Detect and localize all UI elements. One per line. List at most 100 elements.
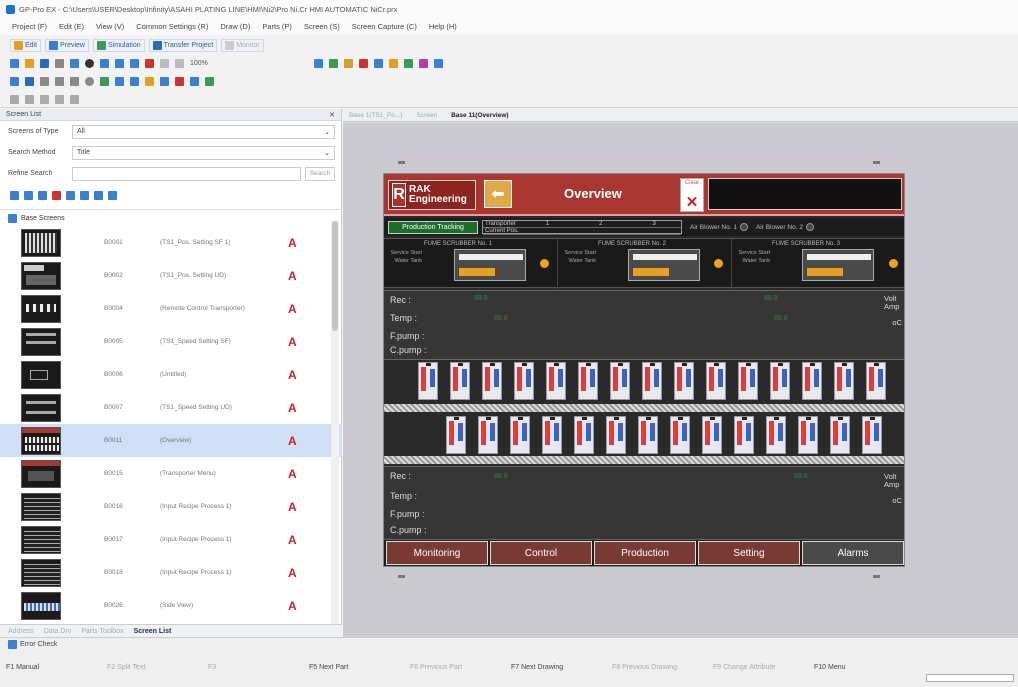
new-icon[interactable]	[10, 58, 19, 68]
screen-row[interactable]: B0002 (TS1_Pos. Setting UD) A	[0, 259, 342, 292]
f5-next-part-key[interactable]: F5 Next Part	[309, 664, 410, 671]
screen-type-select[interactable]: All ⌄	[72, 124, 335, 139]
production-button[interactable]: Production	[594, 541, 696, 565]
properties-icon[interactable]	[108, 190, 117, 200]
group-icon[interactable]	[328, 58, 338, 68]
front-icon[interactable]	[10, 94, 19, 104]
f2-split-text-key[interactable]: F2 Split Text	[107, 664, 208, 671]
lamp-part-icon[interactable]	[145, 76, 154, 86]
resize-handle[interactable]	[398, 575, 405, 578]
f9-change-attribute-key[interactable]: F9 Change Attribute	[713, 664, 814, 671]
alarm-icon[interactable]	[358, 58, 368, 68]
control-button[interactable]: Control	[490, 541, 592, 565]
menu-draw[interactable]: Draw (D)	[220, 22, 250, 31]
back-icon[interactable]	[25, 94, 34, 104]
screen-list-scrollbar[interactable]	[331, 221, 339, 626]
edit-button[interactable]: Edit	[10, 38, 42, 52]
align-icon[interactable]	[313, 58, 323, 68]
menu-edit[interactable]: Edit (E)	[59, 22, 84, 31]
editor-canvas[interactable]: R RAK Engineering ⬅ Overview Clear ✕ Produ…	[343, 123, 1018, 637]
scrollbar-thumb[interactable]	[332, 221, 338, 331]
trend-icon[interactable]	[205, 76, 214, 86]
f10-menu-key[interactable]: F10 Menu	[814, 664, 915, 671]
resize-handle[interactable]	[873, 575, 880, 578]
graph-icon[interactable]	[403, 58, 413, 68]
tab-base-11-overview[interactable]: Base 11(Overview)	[451, 112, 508, 119]
screen-row[interactable]: B0007 (TS1_Speed Setting UD) A	[0, 391, 342, 424]
circle-icon[interactable]	[85, 76, 94, 86]
screen-row[interactable]: B0005 (TS1_Speed Setting SF) A	[0, 325, 342, 358]
copy-screen-icon[interactable]	[38, 190, 47, 200]
fill-icon[interactable]	[100, 76, 109, 86]
menu-view[interactable]: View (V)	[96, 22, 124, 31]
menu-screen-capture[interactable]: Screen Capture (C)	[352, 22, 417, 31]
switch-icon[interactable]	[388, 58, 398, 68]
tab-base-1[interactable]: Base 1(TS1_Po...)	[349, 112, 402, 119]
zoom-slider[interactable]	[926, 674, 1014, 682]
layer-icon[interactable]	[130, 58, 139, 68]
production-tracking-button[interactable]: Production Tracking	[388, 220, 478, 234]
undo-icon[interactable]	[160, 58, 169, 68]
menu-project[interactable]: Project (F)	[12, 22, 47, 31]
stop-icon[interactable]	[175, 76, 184, 86]
grid-icon[interactable]	[100, 58, 109, 68]
menu-parts[interactable]: Parts (P)	[262, 22, 292, 31]
f3-key[interactable]: F3	[208, 664, 309, 671]
back-arrow-button[interactable]: ⬅	[484, 180, 512, 208]
picture-icon[interactable]	[418, 58, 428, 68]
list-view-icon[interactable]	[80, 190, 89, 200]
new-screen-icon[interactable]	[10, 190, 19, 200]
sort-icon[interactable]	[94, 190, 103, 200]
open-icon[interactable]	[25, 58, 34, 68]
data-icon[interactable]	[373, 58, 383, 68]
save-icon[interactable]	[40, 58, 49, 68]
alarms-button[interactable]: Alarms	[802, 541, 904, 565]
resize-handle[interactable]	[873, 161, 880, 164]
search-button[interactable]: Search	[305, 166, 335, 181]
monitoring-button[interactable]: Monitoring	[386, 541, 488, 565]
screen-icon[interactable]	[115, 58, 124, 68]
search-method-select[interactable]: Title ⌄	[72, 145, 335, 160]
keypad-icon[interactable]	[190, 76, 199, 86]
zoom-level[interactable]: 100%	[190, 60, 208, 67]
f7-next-drawing-key[interactable]: F7 Next Drawing	[511, 664, 612, 671]
screen-row[interactable]: B0006 (Untitled) A	[0, 358, 342, 391]
menu-screen[interactable]: Screen (S)	[304, 22, 340, 31]
clear-close-button[interactable]: Clear ✕	[680, 178, 704, 212]
f6-previous-part-key[interactable]: F6 Previous Part	[410, 664, 511, 671]
tab-parts-toolbox[interactable]: Parts Toolbox	[81, 628, 123, 635]
tab-screen-list[interactable]: Screen List	[134, 628, 172, 635]
select-icon[interactable]	[10, 76, 19, 86]
scale-icon[interactable]	[130, 76, 139, 86]
error-check-tab[interactable]: Error Check	[8, 640, 57, 649]
polyline-icon[interactable]	[55, 76, 64, 86]
screen-row[interactable]: B0015 (Transporter Menu) A	[0, 457, 342, 490]
transfer-project-button[interactable]: Transfer Project	[148, 38, 218, 52]
screen-row[interactable]: B0004 (Remote Control Transporter) A	[0, 292, 342, 325]
copy-icon[interactable]	[70, 58, 79, 68]
base-screens-node[interactable]: Base Screens	[0, 210, 342, 226]
menu-common-settings[interactable]: Common Settings (R)	[136, 22, 208, 31]
thumbnail-view-icon[interactable]	[66, 190, 75, 200]
screen-row[interactable]: B0017 (Input Recipe Process 1) A	[0, 523, 342, 556]
gear-icon[interactable]	[85, 58, 94, 68]
line-icon[interactable]	[40, 76, 49, 86]
tab-address[interactable]: Address	[8, 628, 34, 635]
rotate-icon[interactable]	[40, 94, 49, 104]
redo-icon[interactable]	[175, 58, 184, 68]
simulation-button[interactable]: Simulation	[92, 38, 145, 52]
cut-icon[interactable]	[55, 58, 64, 68]
rectangle-icon[interactable]	[70, 76, 79, 86]
hmi-overview-screen[interactable]: R RAK Engineering ⬅ Overview Clear ✕ Produ…	[383, 173, 905, 567]
screen-row-selected[interactable]: B0011 (Overview) A	[0, 424, 342, 457]
refine-search-input[interactable]	[72, 166, 301, 181]
preview-button[interactable]: Preview	[45, 38, 89, 52]
delete-icon[interactable]	[145, 58, 154, 68]
screen-row[interactable]: B0026 (Side View) A	[0, 589, 342, 622]
open-screen-icon[interactable]	[24, 190, 33, 200]
flip-icon[interactable]	[55, 94, 64, 104]
tab-data-drv[interactable]: Data Drv	[44, 628, 72, 635]
distribute-icon[interactable]	[70, 94, 79, 104]
display-icon[interactable]	[160, 76, 169, 86]
f8-previous-drawing-key[interactable]: F8 Previous Drawing	[612, 664, 713, 671]
